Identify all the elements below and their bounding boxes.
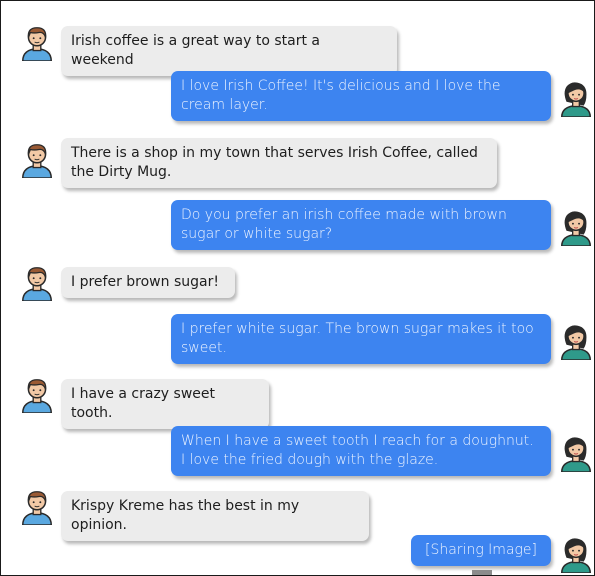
- female-avatar-icon: [557, 322, 595, 360]
- user-message: I prefer white sugar. The brown sugar ma…: [171, 314, 551, 364]
- chat-window: Irish coffee is a great way to start a w…: [0, 0, 595, 576]
- scroll-indicator[interactable]: [472, 570, 492, 575]
- male-avatar-icon: [18, 23, 56, 61]
- male-avatar-icon: [18, 263, 56, 301]
- user-message: I love Irish Coffee! It's delicious and …: [171, 71, 551, 121]
- female-avatar-icon: [557, 79, 595, 117]
- user-message: [Sharing Image]: [411, 535, 551, 566]
- user-message: Do you prefer an irish coffee made with …: [171, 200, 551, 250]
- partner-message: There is a shop in my town that serves I…: [61, 138, 497, 188]
- female-avatar-icon: [557, 535, 595, 573]
- partner-message: I have a crazy sweet tooth.: [61, 379, 269, 429]
- female-avatar-icon: [557, 208, 595, 246]
- partner-message: Krispy Kreme has the best in my opinion.: [61, 491, 369, 541]
- male-avatar-icon: [18, 140, 56, 178]
- partner-message: I prefer brown sugar!: [61, 267, 235, 298]
- user-message: When I have a sweet tooth I reach for a …: [171, 426, 551, 476]
- male-avatar-icon: [18, 487, 56, 525]
- male-avatar-icon: [18, 375, 56, 413]
- partner-message: Irish coffee is a great way to start a w…: [61, 26, 397, 76]
- female-avatar-icon: [557, 434, 595, 472]
